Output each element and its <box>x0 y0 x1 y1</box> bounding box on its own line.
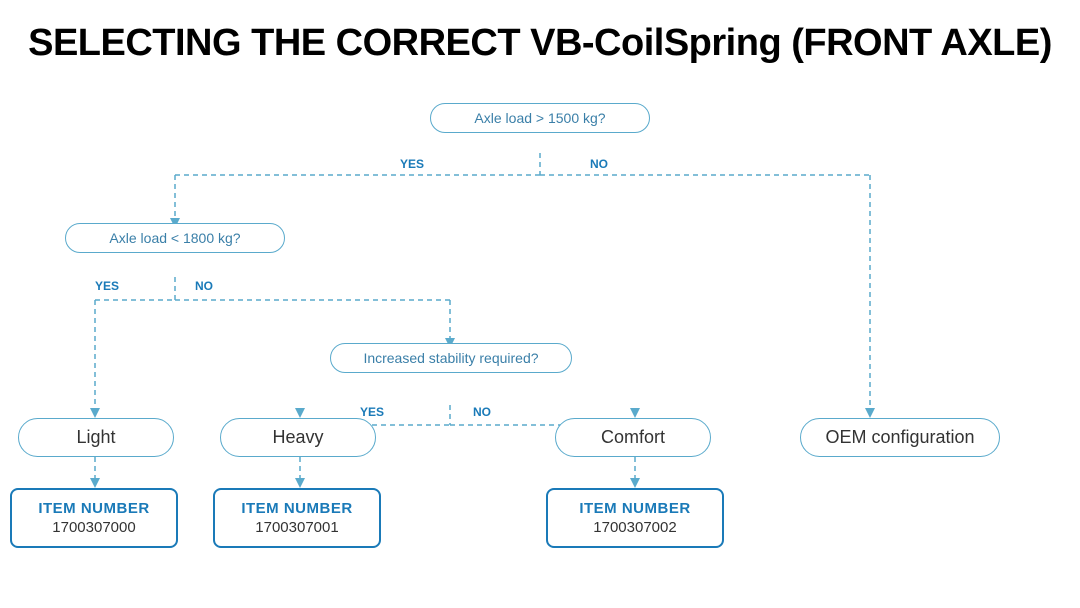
q2-no-label: NO <box>195 279 213 293</box>
q3-yes-label: YES <box>360 405 384 419</box>
result-comfort: Comfort <box>555 418 711 457</box>
item-number-1: ITEM NUMBER 1700307000 <box>10 488 178 548</box>
q2-yes-label: YES <box>95 279 119 293</box>
item-number-2: ITEM NUMBER 1700307001 <box>213 488 381 548</box>
diagram-area: Axle load > 1500 kg? YES NO Axle load < … <box>0 75 1080 565</box>
item-number-3: ITEM NUMBER 1700307002 <box>546 488 724 548</box>
q3-no-label: NO <box>473 405 491 419</box>
result-oem: OEM configuration <box>800 418 1000 457</box>
page-title: SELECTING THE CORRECT VB-CoilSpring (FRO… <box>0 0 1080 75</box>
question-1: Axle load > 1500 kg? <box>430 103 650 133</box>
result-light: Light <box>18 418 174 457</box>
question-2: Axle load < 1800 kg? <box>65 223 285 253</box>
question-3: Increased stability required? <box>330 343 572 373</box>
q1-no-label: NO <box>590 157 608 171</box>
q1-yes-label: YES <box>400 157 424 171</box>
result-heavy: Heavy <box>220 418 376 457</box>
